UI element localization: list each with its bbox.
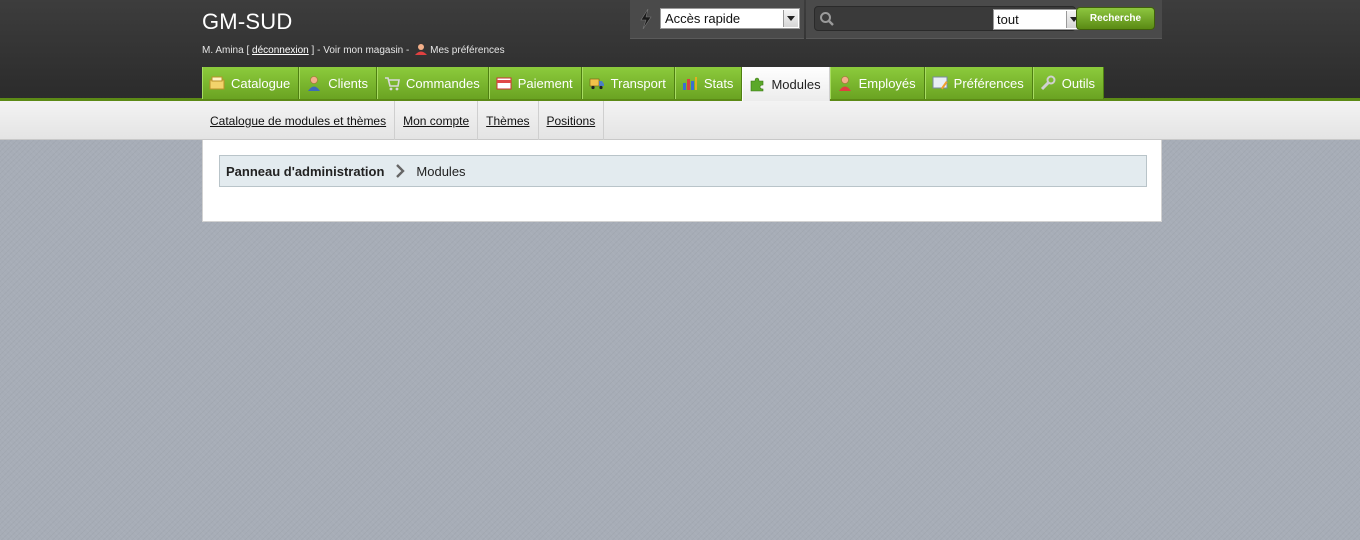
- view-shop-link[interactable]: Voir mon magasin: [323, 45, 403, 56]
- tab-catalogue[interactable]: Catalogue: [202, 67, 300, 99]
- preferences-icon: [932, 76, 948, 90]
- subtab-positions[interactable]: Positions: [539, 101, 605, 140]
- tab-label: Outils: [1061, 75, 1095, 91]
- tab-paiement[interactable]: Paiement: [488, 67, 582, 99]
- search-icon: [820, 12, 834, 26]
- tab-label: Employés: [858, 75, 916, 91]
- search-input[interactable]: [839, 9, 989, 28]
- search-scope-selected: tout: [997, 12, 1019, 27]
- tools-icon: [1040, 75, 1056, 91]
- breadcrumb: Panneau d'administration Modules: [219, 155, 1147, 187]
- breadcrumb-root[interactable]: Panneau d'administration: [226, 164, 384, 179]
- chevron-down-icon[interactable]: [783, 10, 798, 27]
- tab-label: Modules: [771, 76, 821, 92]
- tab-modules[interactable]: Modules: [742, 67, 830, 101]
- tab-preferences[interactable]: Préférences: [924, 67, 1033, 99]
- tab-label: Transport: [610, 75, 666, 91]
- content-panel: Panneau d'administration Modules: [202, 140, 1162, 222]
- lightning-icon: [640, 9, 652, 29]
- quick-access-selected: Accès rapide: [665, 11, 741, 26]
- logout-link[interactable]: déconnexion: [252, 45, 309, 56]
- bracket-open: [: [243, 45, 253, 56]
- user-line: M. Amina [ déconnexion ] - Voir mon maga…: [202, 43, 505, 56]
- cart-icon: [385, 77, 400, 91]
- breadcrumb-current: Modules: [416, 163, 466, 179]
- tab-label: Catalogue: [231, 75, 291, 91]
- tab-label: Paiement: [517, 75, 573, 91]
- shop-name: GM-SUD: [202, 9, 293, 34]
- puzzle-icon: [751, 77, 764, 92]
- main-navigation: Catalogue Clients Commandes Paiement Tra…: [202, 67, 1104, 101]
- user-name: M. Amina: [202, 45, 244, 56]
- quick-access-select[interactable]: Accès rapide: [660, 8, 800, 29]
- tab-outils[interactable]: Outils: [1032, 67, 1104, 99]
- subtab-mon-compte[interactable]: Mon compte: [395, 101, 479, 140]
- tab-transport[interactable]: Transport: [581, 67, 675, 99]
- chart-icon: [682, 77, 697, 90]
- search-button[interactable]: Recherche: [1076, 7, 1155, 30]
- subtab-catalogue-modules-themes[interactable]: Catalogue de modules et thèmes: [202, 101, 396, 140]
- chevron-right-icon: [396, 164, 406, 178]
- search-scope-select[interactable]: tout: [993, 9, 1083, 30]
- tab-label: Clients: [328, 75, 369, 91]
- tab-label: Stats: [703, 75, 734, 91]
- search-field: tout: [814, 6, 1083, 31]
- user-preferences-icon: [415, 44, 428, 55]
- search-panel: tout Recherche: [806, 0, 1162, 39]
- subtab-themes[interactable]: Thèmes: [478, 101, 539, 140]
- preferences-link[interactable]: Mes préférences: [430, 45, 504, 56]
- truck-icon: [589, 78, 604, 90]
- tab-stats[interactable]: Stats: [674, 67, 743, 99]
- tab-label: Commandes: [406, 75, 480, 91]
- customer-icon: [308, 76, 321, 91]
- bracket-close: ] -: [308, 45, 324, 56]
- sub-navigation: Catalogue de modules et thèmes Mon compt…: [202, 101, 605, 140]
- tab-commandes[interactable]: Commandes: [377, 67, 489, 99]
- tab-clients[interactable]: Clients: [299, 67, 378, 99]
- quick-access-panel: Accès rapide: [630, 0, 804, 39]
- payment-icon: [496, 77, 512, 90]
- tab-label: Préférences: [953, 75, 1024, 91]
- employee-icon: [838, 76, 851, 91]
- tab-employes[interactable]: Employés: [829, 67, 925, 99]
- separator-dash: -: [403, 45, 413, 56]
- catalog-icon: [209, 76, 225, 90]
